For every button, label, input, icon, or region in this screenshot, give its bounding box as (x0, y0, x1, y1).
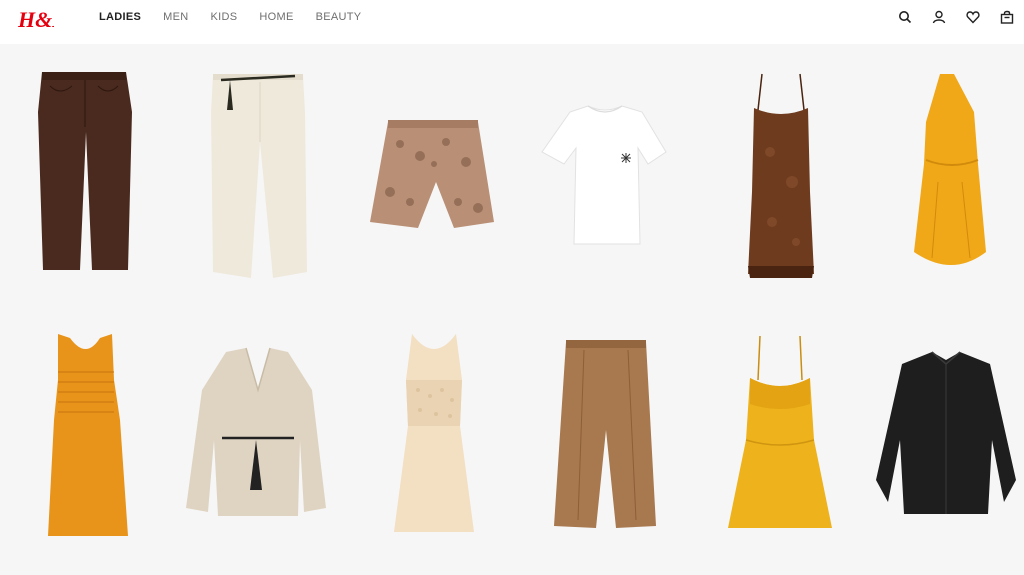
product-snakeskin-shorts[interactable] (350, 52, 520, 302)
nav-men[interactable]: MEN (163, 11, 188, 23)
account-icon[interactable] (922, 0, 956, 34)
nav-ladies[interactable]: LADIES (99, 11, 141, 23)
product-orange-smocked-dress[interactable] (0, 320, 170, 570)
product-yellow-lace-dress[interactable] (692, 320, 862, 570)
hm-logo[interactable]: H&M (16, 5, 73, 35)
nav-home[interactable]: HOME (259, 11, 293, 23)
product-grid (0, 44, 1024, 540)
main-nav: LADIES MEN KIDS HOME BEAUTY (99, 0, 383, 34)
header-actions (888, 0, 1024, 34)
product-white-tshirt[interactable] (520, 52, 690, 302)
product-cream-trousers[interactable] (175, 52, 345, 302)
product-black-blouse[interactable] (862, 320, 1024, 570)
product-brown-jeans[interactable] (0, 52, 170, 302)
top-header: H&M LADIES MEN KIDS HOME BEAUTY (0, 0, 1024, 44)
search-icon[interactable] (888, 0, 922, 34)
nav-beauty[interactable]: BEAUTY (316, 11, 362, 23)
product-beige-blazer[interactable] (170, 320, 340, 570)
product-yellow-one-shoulder-dress[interactable] (862, 52, 1024, 302)
favorites-icon[interactable] (956, 0, 990, 34)
svg-text:H&M: H&M (17, 7, 54, 32)
shopping-bag-icon[interactable] (990, 0, 1024, 34)
product-brown-slip-dress[interactable] (692, 52, 862, 302)
product-brown-shorts[interactable] (520, 320, 690, 570)
product-crochet-maxi-dress[interactable] (350, 320, 520, 570)
nav-kids[interactable]: KIDS (211, 11, 238, 23)
